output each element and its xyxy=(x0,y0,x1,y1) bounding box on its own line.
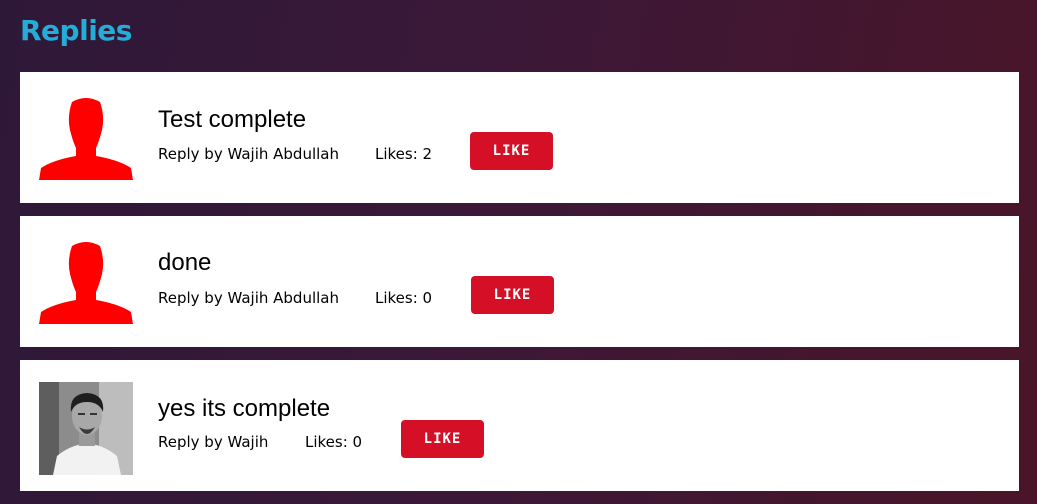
reply-author: Reply by Wajih Abdullah xyxy=(158,289,339,307)
person-photo-icon xyxy=(39,382,133,475)
likes-count: Likes: 2 xyxy=(375,145,433,163)
like-button[interactable]: LIKE xyxy=(471,276,554,314)
user-avatar-icon xyxy=(39,240,133,324)
reply-card: Test complete Reply by Wajih Abdullah Li… xyxy=(20,72,1019,203)
reply-text: Test complete xyxy=(158,106,307,133)
reply-text: yes its complete xyxy=(158,395,331,422)
likes-count: Likes: 0 xyxy=(305,433,363,451)
page-title: Replies xyxy=(20,14,132,47)
reply-list: Test complete Reply by Wajih Abdullah Li… xyxy=(20,72,1019,504)
user-silhouette-icon xyxy=(39,98,133,180)
reply-card: done Reply by Wajih Abdullah Likes: 0 LI… xyxy=(20,216,1019,347)
profile-photo xyxy=(39,382,133,475)
reply-card: yes its complete Reply by Wajih Likes: 0… xyxy=(20,360,1019,491)
user-avatar-icon xyxy=(39,96,133,180)
like-button[interactable]: LIKE xyxy=(470,132,553,170)
likes-count: Likes: 0 xyxy=(375,289,433,307)
reply-author: Reply by Wajih Abdullah xyxy=(158,145,339,163)
reply-text: done xyxy=(158,249,212,276)
reply-author: Reply by Wajih xyxy=(158,433,269,451)
user-silhouette-icon xyxy=(39,242,133,324)
like-button[interactable]: LIKE xyxy=(401,420,484,458)
